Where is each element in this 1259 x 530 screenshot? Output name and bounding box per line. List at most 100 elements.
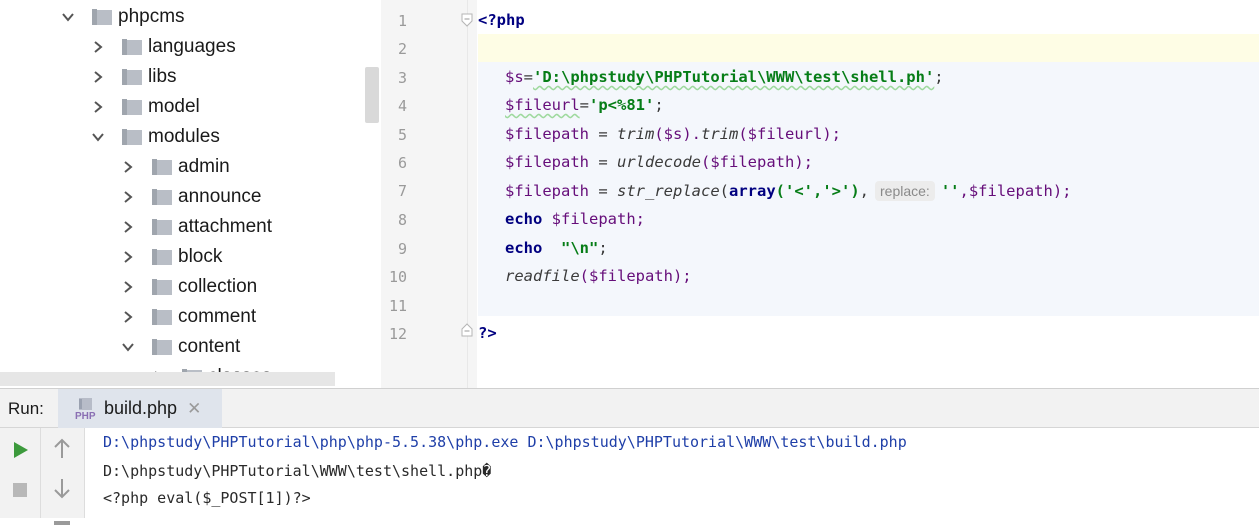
tree-item-announce[interactable]: announce: [122, 182, 261, 212]
tree-item-block[interactable]: block: [122, 242, 222, 272]
operator: =: [589, 182, 617, 200]
string-literal: 'D:\phpstudy\PHPTutorial\WWW\test\shell.…: [533, 68, 935, 86]
semicolon: ;: [654, 96, 664, 114]
tree-item-modules[interactable]: modules: [92, 122, 220, 152]
chevron-down-icon[interactable]: [62, 11, 74, 23]
tree-item-label: libs: [148, 66, 177, 87]
rerun-play-icon[interactable]: [8, 438, 32, 462]
run-toolbar: [0, 428, 85, 525]
line-number: 5: [397, 126, 407, 144]
variable-fileurl: $fileurl: [505, 96, 580, 114]
code-line-3: $s='D:\phpstudy\PHPTutorial\WWW\test\she…: [505, 68, 944, 86]
function-call: urldecode: [617, 153, 701, 171]
fold-close-icon[interactable]: [460, 323, 474, 337]
run-tab-build-php[interactable]: PHP build.php ✕: [58, 389, 222, 428]
folder-icon: [92, 9, 112, 25]
arguments: ($filepath);: [701, 153, 813, 171]
tree-item-libs[interactable]: libs: [92, 62, 177, 92]
array-literal: ('<','>'): [775, 182, 860, 200]
folder-icon: [152, 249, 172, 265]
function-call: str_replace: [617, 182, 720, 200]
chevron-down-icon[interactable]: [92, 131, 104, 143]
svg-text:PHP: PHP: [75, 411, 96, 421]
tree-item-label: attachment: [178, 216, 272, 237]
parameter-hint: replace:: [875, 181, 935, 201]
folder-icon: [152, 219, 172, 235]
chevron-right-icon[interactable]: [92, 71, 104, 83]
echo-argument: $filepath;: [542, 210, 645, 228]
chevron-right-icon[interactable]: [122, 311, 134, 323]
arrow-up-icon[interactable]: [50, 437, 74, 461]
function-call: readfile: [505, 267, 580, 285]
operator: =: [589, 153, 617, 171]
folder-icon: [152, 309, 172, 325]
chevron-right-icon[interactable]: [92, 101, 104, 113]
arguments: ($filepath);: [579, 267, 692, 285]
tree-item-model[interactable]: model: [92, 92, 200, 122]
string-literal: 'p<%81': [589, 96, 655, 114]
arguments: ($s).: [654, 125, 701, 143]
code-line-9: echo "\n";: [505, 239, 608, 257]
arguments: ,$filepath);: [959, 182, 1072, 200]
code-editor[interactable]: 1 2 3 4 5 6 7 8 9 10 11 12 <?php $s='D:\phpstudy\PH…: [381, 0, 1259, 388]
toolbar-more-icon[interactable]: [50, 512, 74, 525]
tree-vertical-scrollbar[interactable]: [365, 67, 379, 123]
arguments: ($fileurl);: [738, 125, 841, 143]
code-line-4: $fileurl='p<%81';: [505, 96, 664, 114]
tree-item-label: admin: [178, 156, 230, 177]
folder-icon: [152, 159, 172, 175]
tree-item-label: collection: [178, 276, 258, 297]
current-line-highlight: [478, 34, 1259, 62]
code-line-1: <?php: [478, 11, 525, 29]
chevron-right-icon[interactable]: [122, 161, 134, 173]
console-line: <?php eval($_POST[1])?>: [103, 489, 311, 507]
chevron-right-icon[interactable]: [122, 251, 134, 263]
tree-item-content[interactable]: content: [122, 332, 240, 362]
variable-filepath: $filepath: [505, 125, 589, 143]
folder-icon: [122, 99, 142, 115]
tree-item-label: comment: [178, 306, 257, 327]
run-console-output[interactable]: D:\phpstudy\PHPTutorial\php\php-5.5.38\p…: [85, 428, 1259, 518]
echo-keyword: echo: [505, 239, 543, 257]
folder-icon: [122, 69, 142, 85]
stop-icon[interactable]: [8, 478, 32, 502]
tree-item-comment[interactable]: comment: [122, 302, 256, 332]
chevron-right-icon[interactable]: [122, 281, 134, 293]
folder-icon: [122, 129, 142, 145]
code-line-10: readfile($filepath);: [505, 267, 692, 285]
semicolon: ;: [598, 239, 608, 257]
line-number: 1: [397, 12, 407, 30]
tree-item-admin[interactable]: admin: [122, 152, 230, 182]
operator: =: [579, 96, 589, 114]
tree-item-phpcms[interactable]: phpcms: [62, 2, 185, 32]
fold-open-icon[interactable]: [460, 13, 474, 27]
chevron-down-icon[interactable]: [122, 341, 134, 353]
folder-icon: [152, 189, 172, 205]
folder-icon: [152, 339, 172, 355]
tree-item-collection[interactable]: collection: [122, 272, 257, 302]
line-number: 9: [397, 240, 407, 258]
comma: ,: [859, 182, 870, 200]
code-line-6: $filepath = urldecode($filepath);: [505, 153, 813, 171]
close-icon[interactable]: ✕: [187, 399, 201, 419]
tree-item-languages[interactable]: languages: [92, 32, 236, 62]
tree-item-label: block: [178, 246, 223, 267]
chevron-right-icon[interactable]: [122, 221, 134, 233]
operator: =: [523, 68, 534, 86]
tree-horizontal-scrollbar[interactable]: [0, 372, 335, 386]
tree-item-attachment[interactable]: attachment: [122, 212, 272, 242]
chevron-right-icon[interactable]: [122, 191, 134, 203]
run-label: Run:: [8, 399, 44, 418]
function-call: trim: [617, 125, 655, 143]
arrow-down-icon[interactable]: [50, 476, 74, 500]
operator: =: [589, 125, 617, 143]
code-line-12: ?>: [478, 324, 497, 342]
chevron-right-icon[interactable]: [92, 41, 104, 53]
variable-filepath: $filepath: [505, 182, 589, 200]
php-open-tag: <?php: [478, 11, 525, 29]
line-number: 11: [388, 297, 407, 315]
project-tree: phpcms languages libs model modules admin anno…: [0, 0, 380, 388]
line-number: 4: [397, 97, 407, 115]
semicolon: ;: [934, 68, 944, 86]
tree-item-label: modules: [148, 126, 220, 147]
